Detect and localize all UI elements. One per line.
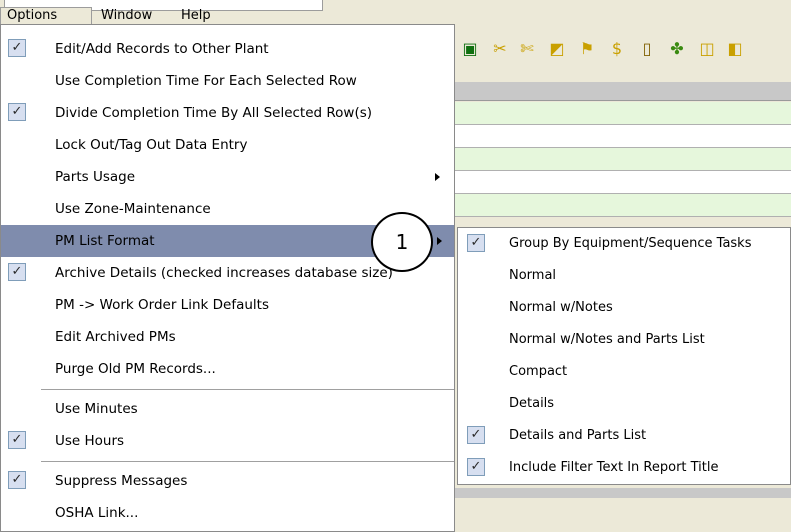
submenu-item-label: Normal w/Notes bbox=[509, 300, 613, 315]
grid-header bbox=[455, 82, 791, 101]
bar-icon[interactable]: ◧ bbox=[725, 39, 745, 59]
checkmark-icon: ✓ bbox=[8, 431, 26, 449]
menu-item-label: Edit/Add Records to Other Plant bbox=[55, 41, 269, 57]
tool-icon[interactable]: ✂ bbox=[490, 39, 510, 59]
menu-item-label: Use Minutes bbox=[55, 401, 138, 417]
menu-item-label: Use Completion Time For Each Selected Ro… bbox=[55, 73, 357, 89]
menu-item-osha-link[interactable]: OSHA Link... bbox=[1, 497, 454, 529]
grid-footer bbox=[455, 488, 791, 498]
flag-icon[interactable]: ⚑ bbox=[577, 39, 597, 59]
submenu-item-label: Details bbox=[509, 396, 555, 411]
menu-separator bbox=[41, 389, 454, 390]
checkmark-icon: ✓ bbox=[8, 263, 26, 281]
grid-row[interactable] bbox=[455, 171, 791, 194]
file-icon[interactable]: ▯ bbox=[637, 39, 657, 59]
menu-item-label: Parts Usage bbox=[55, 169, 136, 185]
grid-row[interactable] bbox=[455, 125, 791, 148]
tool2-icon[interactable]: ✄ bbox=[517, 39, 537, 59]
menu-item-label: Purge Old PM Records... bbox=[55, 361, 216, 377]
checkmark-icon: ✓ bbox=[8, 103, 26, 121]
menu-item-label: Lock Out/Tag Out Data Entry bbox=[55, 137, 248, 153]
checkmark-icon: ✓ bbox=[8, 471, 26, 489]
grid-row[interactable] bbox=[455, 148, 791, 171]
puzzle-icon[interactable]: ✤ bbox=[667, 39, 687, 59]
submenu-item-label: Normal w/Notes and Parts List bbox=[509, 332, 705, 347]
menu-item-label: OSHA Link... bbox=[55, 505, 139, 521]
menu-item-label: PM -> Work Order Link Defaults bbox=[55, 297, 269, 313]
menu-item-purge-old-pm[interactable]: Purge Old PM Records... bbox=[1, 353, 454, 385]
submenu-arrow-icon bbox=[435, 173, 440, 181]
menu-item-label: Archive Details (checked increases datab… bbox=[55, 265, 393, 281]
menu-item-divide-completion-time[interactable]: ✓ Divide Completion Time By All Selected… bbox=[1, 97, 454, 129]
toolbar: ▣ ✂ ✄ ◩ ⚑ $ ▯ ✤ ◫ ◧ bbox=[455, 30, 791, 68]
submenu-item-compact[interactable]: Compact bbox=[458, 356, 790, 388]
menu-item-label: Edit Archived PMs bbox=[55, 329, 176, 345]
menu-options[interactable]: Options bbox=[0, 7, 92, 24]
submenu-item-group-by-equipment[interactable]: ✓ Group By Equipment/Sequence Tasks bbox=[458, 228, 790, 260]
meter-icon[interactable]: ◫ bbox=[697, 39, 717, 59]
menu-item-use-minutes[interactable]: Use Minutes bbox=[1, 393, 454, 425]
menu-item-lockout-tagout[interactable]: Lock Out/Tag Out Data Entry bbox=[1, 129, 454, 161]
submenu-item-label: Normal bbox=[509, 268, 557, 283]
menu-item-edit-add-records[interactable]: ✓ Edit/Add Records to Other Plant bbox=[1, 33, 454, 65]
grid-row[interactable] bbox=[455, 102, 791, 125]
callout-number: 1 bbox=[371, 212, 433, 272]
submenu-item-normal-notes[interactable]: Normal w/Notes bbox=[458, 292, 790, 324]
menu-item-suppress-messages[interactable]: ✓ Suppress Messages bbox=[1, 465, 454, 497]
grid-row[interactable] bbox=[455, 194, 791, 217]
submenu-item-label: Compact bbox=[509, 364, 568, 379]
submenu-item-label: Details and Parts List bbox=[509, 428, 647, 443]
checkmark-icon: ✓ bbox=[467, 426, 485, 444]
menu-item-use-completion-time[interactable]: Use Completion Time For Each Selected Ro… bbox=[1, 65, 454, 97]
menubar: Options Window Help bbox=[0, 0, 323, 24]
chart-icon[interactable]: ▣ bbox=[460, 39, 480, 59]
menu-item-use-hours[interactable]: ✓ Use Hours bbox=[1, 425, 454, 457]
menu-item-label: PM List Format bbox=[55, 233, 155, 249]
checkmark-icon: ✓ bbox=[467, 458, 485, 476]
graph-icon[interactable]: ◩ bbox=[547, 39, 567, 59]
submenu-item-normal[interactable]: Normal bbox=[458, 260, 790, 292]
menu-separator bbox=[41, 461, 454, 462]
menu-item-edit-archived-pms[interactable]: Edit Archived PMs bbox=[1, 321, 454, 353]
options-menu: ✓ Edit/Add Records to Other Plant Use Co… bbox=[0, 24, 455, 532]
checkmark-icon: ✓ bbox=[8, 39, 26, 57]
submenu-item-include-filter-text[interactable]: ✓ Include Filter Text In Report Title bbox=[458, 452, 790, 484]
menu-item-label: Divide Completion Time By All Selected R… bbox=[55, 105, 373, 121]
pm-list-format-submenu: ✓ Group By Equipment/Sequence Tasks Norm… bbox=[457, 227, 791, 485]
menu-item-pm-work-order-link[interactable]: PM -> Work Order Link Defaults bbox=[1, 289, 454, 321]
submenu-arrow-icon bbox=[437, 237, 442, 245]
menu-window[interactable]: Window bbox=[95, 8, 158, 24]
submenu-item-details-parts[interactable]: ✓ Details and Parts List bbox=[458, 420, 790, 452]
submenu-item-label: Group By Equipment/Sequence Tasks bbox=[509, 236, 752, 251]
menu-item-label: Suppress Messages bbox=[55, 473, 188, 489]
submenu-item-normal-notes-parts[interactable]: Normal w/Notes and Parts List bbox=[458, 324, 790, 356]
menu-item-parts-usage[interactable]: Parts Usage bbox=[1, 161, 454, 193]
dollar-icon[interactable]: $ bbox=[607, 39, 627, 59]
menu-item-label: Use Hours bbox=[55, 433, 125, 449]
submenu-item-details[interactable]: Details bbox=[458, 388, 790, 420]
menu-help[interactable]: Help bbox=[175, 8, 217, 24]
checkmark-icon: ✓ bbox=[467, 234, 485, 252]
menu-item-label: Use Zone-Maintenance bbox=[55, 201, 211, 217]
submenu-item-label: Include Filter Text In Report Title bbox=[509, 460, 719, 475]
